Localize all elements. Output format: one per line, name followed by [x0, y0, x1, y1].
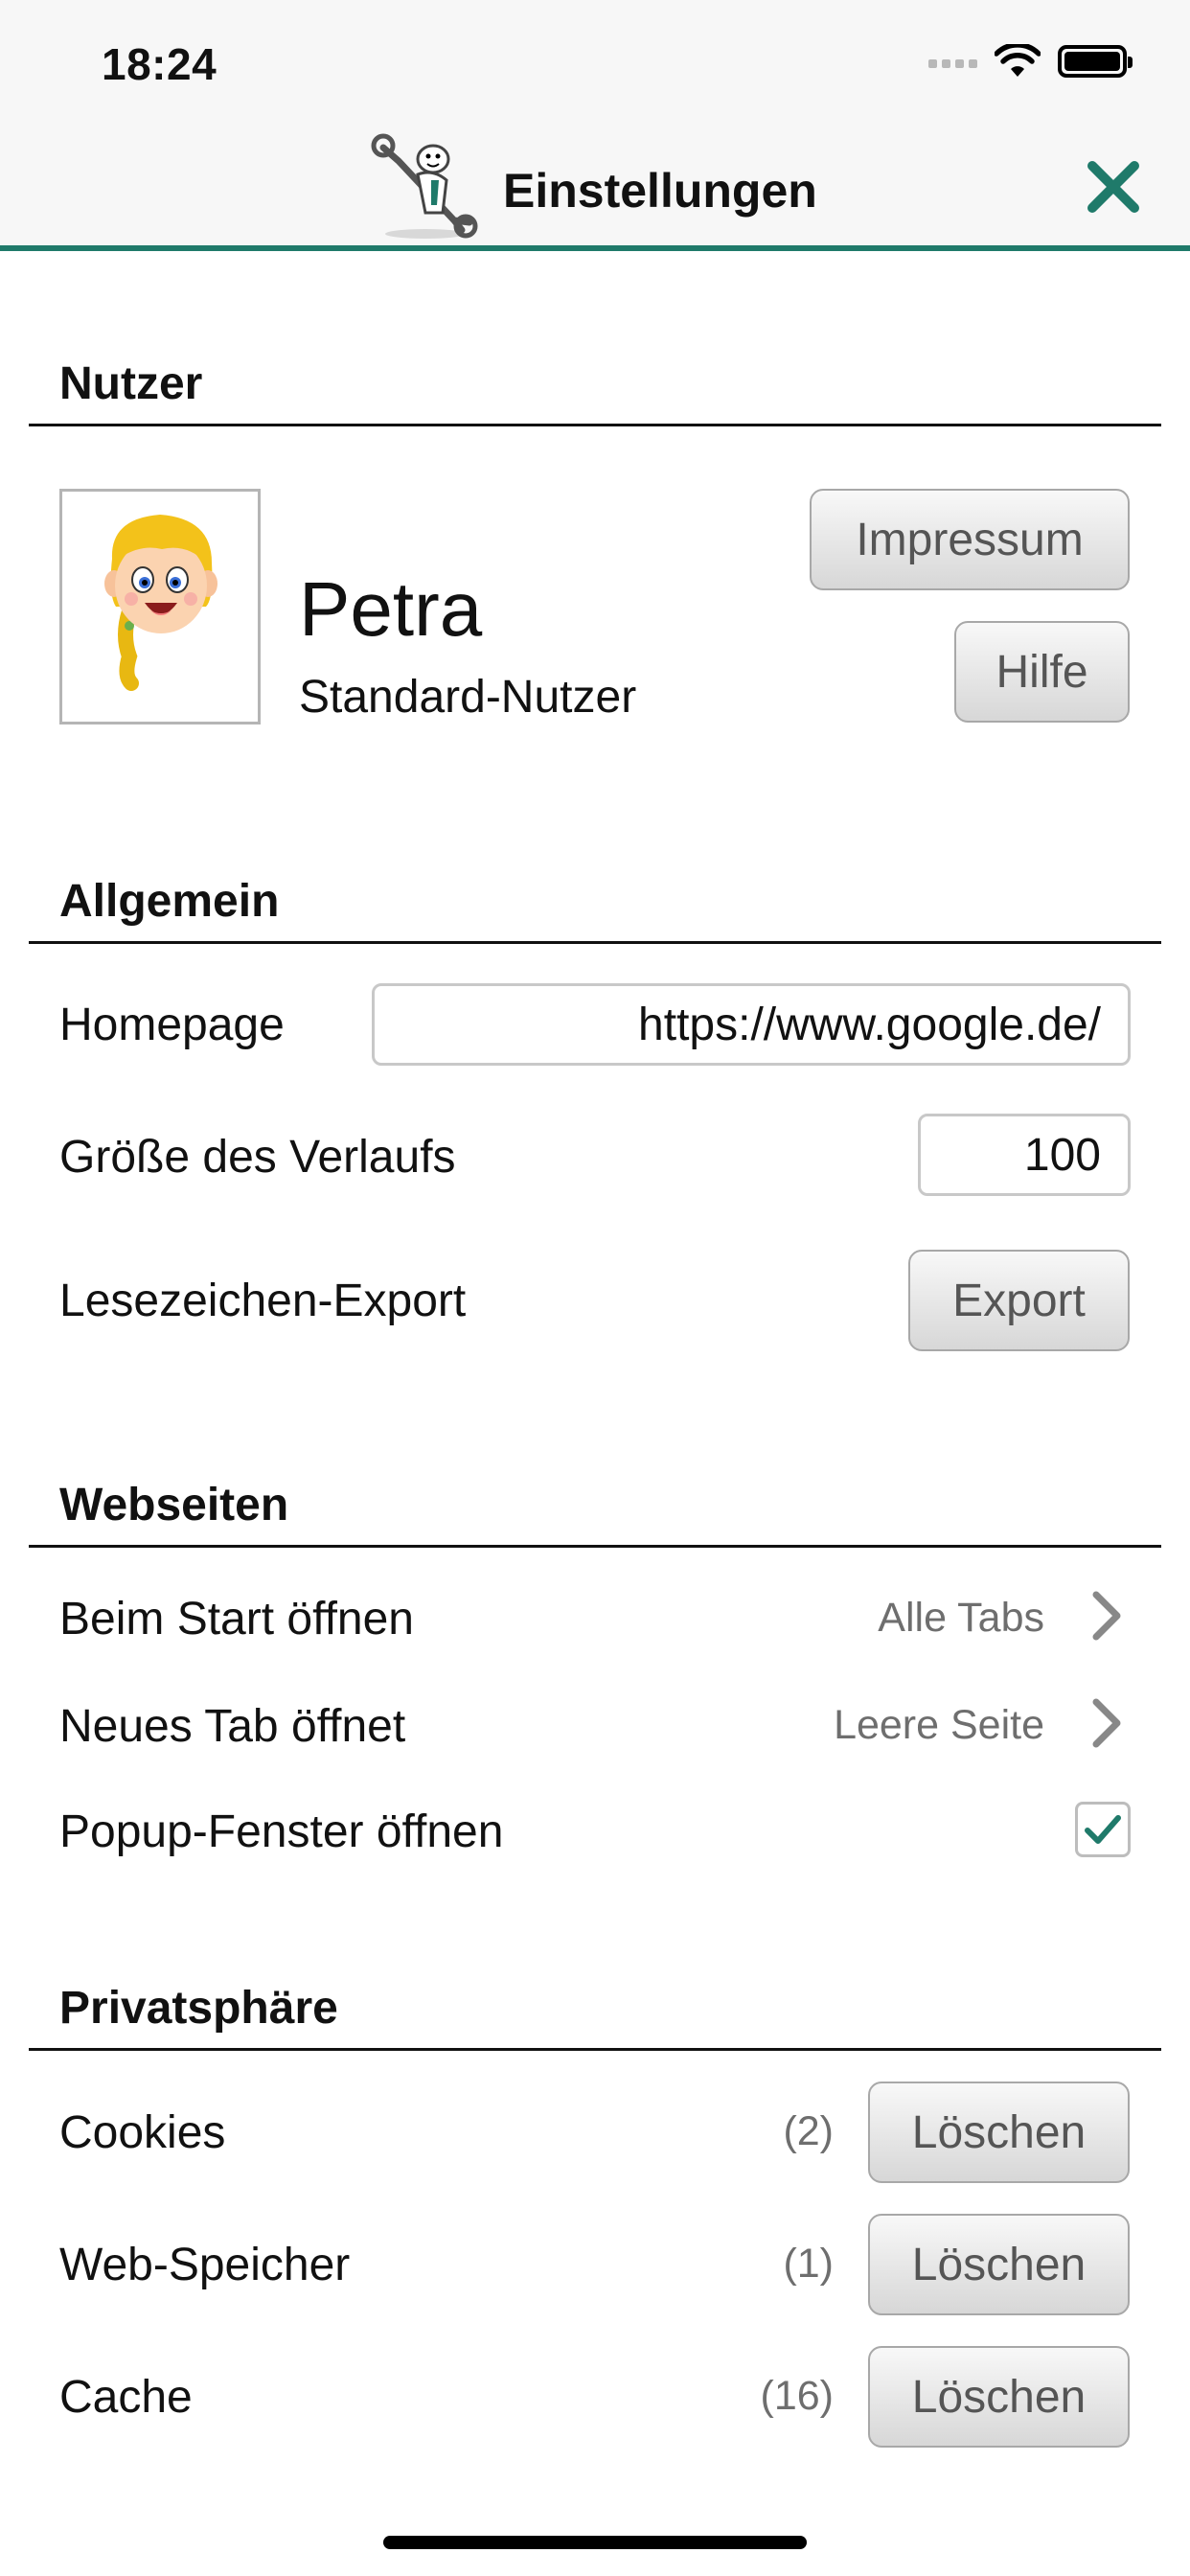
history-size-label: Größe des Verlaufs [59, 1132, 456, 1183]
signal-icon [928, 55, 977, 68]
section-header-privacy: Privatsphäre [29, 1969, 1161, 2051]
popup-checkbox[interactable] [1075, 1802, 1131, 1857]
cache-label: Cache [59, 2372, 193, 2423]
startup-label: Beim Start öffnen [59, 1594, 414, 1644]
user-name: Petra [299, 566, 483, 652]
homepage-input[interactable]: https://www.google.de/ [372, 983, 1131, 1066]
girl-avatar-icon [104, 515, 217, 691]
user-role: Standard-Nutzer [299, 672, 637, 723]
section-header-websites: Webseiten [29, 1466, 1161, 1548]
section-header-user: Nutzer [29, 345, 1161, 426]
wrench-mascot-icon [371, 133, 478, 239]
bookmark-export-label: Lesezeichen-Export [59, 1276, 467, 1326]
chevron-right-icon[interactable] [1088, 1587, 1127, 1644]
delete-cache-button[interactable]: Löschen [868, 2346, 1130, 2448]
web-storage-count: (1) [783, 2241, 834, 2287]
export-button[interactable]: Export [908, 1250, 1130, 1351]
startup-value[interactable]: Alle Tabs [878, 1595, 1044, 1642]
help-button[interactable]: Hilfe [954, 621, 1130, 723]
cache-count: (16) [760, 2373, 834, 2419]
delete-cookies-button[interactable]: Löschen [868, 2082, 1130, 2183]
history-size-input[interactable]: 100 [918, 1114, 1131, 1196]
cookies-label: Cookies [59, 2107, 226, 2158]
wifi-icon [995, 44, 1041, 77]
home-indicator[interactable] [383, 2536, 807, 2549]
status-time: 18:24 [102, 39, 217, 89]
battery-icon [1058, 45, 1133, 78]
section-header-general: Allgemein [29, 862, 1161, 944]
newtab-label: Neues Tab öffnet [59, 1701, 406, 1752]
avatar[interactable] [59, 489, 261, 724]
section-title: Webseiten [59, 1480, 289, 1530]
navigation-bar: 18:24 Einstellungen [0, 0, 1190, 251]
chevron-right-icon[interactable] [1088, 1694, 1127, 1752]
delete-web-storage-button[interactable]: Löschen [868, 2214, 1130, 2315]
popup-label: Popup-Fenster öffnen [59, 1806, 504, 1857]
impressum-button[interactable]: Impressum [810, 489, 1130, 590]
cookies-count: (2) [783, 2108, 834, 2154]
section-title: Privatsphäre [59, 1983, 338, 2034]
newtab-value[interactable]: Leere Seite [834, 1702, 1044, 1749]
homepage-label: Homepage [59, 1000, 285, 1050]
section-title: Nutzer [59, 358, 203, 409]
status-icons [928, 44, 1133, 79]
section-title: Allgemein [59, 876, 280, 927]
close-icon[interactable] [1085, 158, 1142, 216]
checkmark-icon [1085, 1815, 1121, 1844]
page-title: Einstellungen [503, 164, 817, 218]
web-storage-label: Web-Speicher [59, 2240, 351, 2290]
